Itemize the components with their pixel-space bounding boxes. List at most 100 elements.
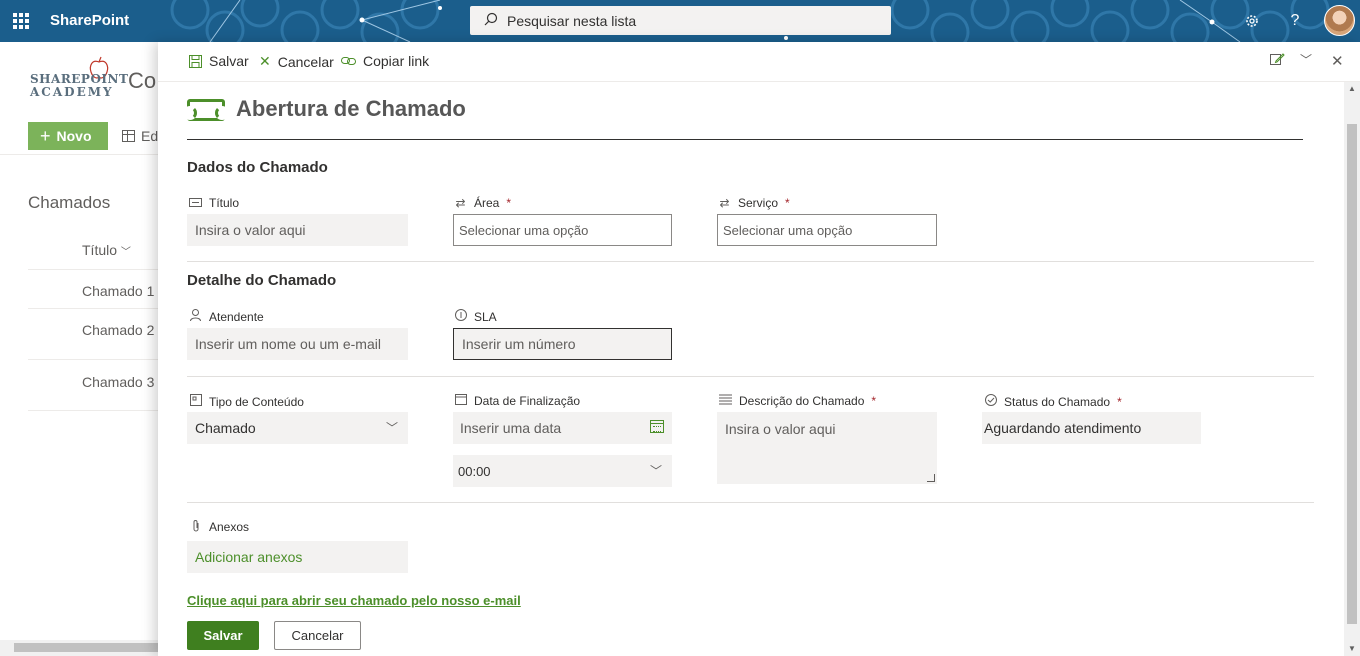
close-icon: ✕ — [259, 53, 271, 69]
descricao-textarea[interactable]: Insira o valor aqui — [717, 412, 937, 484]
ticket-icon — [187, 99, 229, 121]
scroll-down-icon[interactable]: ▼ — [1348, 644, 1356, 653]
logo-line-1: SHAREPOINT — [30, 72, 129, 86]
date-placeholder: Inserir uma data — [460, 420, 562, 436]
vertical-scrollbar[interactable]: ▲ ▼ — [1344, 82, 1360, 656]
status-value: Aguardando atendimento — [984, 420, 1142, 436]
row-title: Chamado 1 — [82, 283, 155, 299]
list-row[interactable]: Chamado 1 — [28, 269, 160, 309]
date-picker[interactable]: Inserir uma data — [453, 412, 672, 444]
edit-grid-button[interactable]: Ed — [122, 128, 158, 144]
edit-form-button[interactable] — [1270, 52, 1285, 70]
scroll-up-icon[interactable]: ▲ — [1348, 84, 1356, 93]
link-icon — [341, 57, 356, 65]
data-label: Data de Finalização — [454, 394, 580, 408]
row-title: Chamado 3 — [82, 374, 155, 390]
time-value: 00:00 — [458, 463, 491, 479]
cancel-command-label: Cancelar — [277, 53, 334, 70]
time-select[interactable]: 00:00 ﹀ — [453, 455, 672, 487]
titulo-field[interactable]: Insira o valor aqui — [187, 214, 408, 246]
edit-form-icon — [1270, 53, 1285, 65]
copy-link-label: Copiar link — [363, 53, 430, 69]
titulo-label: Título — [189, 196, 239, 210]
plus-icon: + — [40, 125, 51, 146]
tipo-select[interactable]: Chamado ﹀ — [187, 412, 408, 444]
section-dados: Dados do Chamado — [187, 159, 328, 176]
descricao-placeholder: Insira o valor aqui — [725, 421, 836, 437]
person-icon — [189, 309, 202, 324]
calendar-icon[interactable] — [650, 420, 664, 433]
chevron-down-icon: ﹀ — [120, 247, 131, 258]
choice-icon: ⇄ — [455, 196, 466, 210]
close-panel-button[interactable]: ✕ — [1331, 52, 1344, 70]
resize-grip-icon[interactable] — [927, 474, 935, 482]
section-divider — [187, 376, 1314, 377]
sla-field[interactable]: Inserir um número — [453, 328, 672, 360]
servico-placeholder: Selecionar uma opção — [723, 222, 853, 238]
help-icon: ? — [1290, 12, 1300, 29]
servico-select[interactable]: Selecionar uma opção — [717, 214, 937, 246]
tipo-value: Chamado — [195, 420, 256, 436]
anexos-label: Anexos — [189, 519, 249, 535]
save-command[interactable]: Salvar — [189, 53, 249, 69]
close-icon: ✕ — [1331, 53, 1344, 70]
area-placeholder: Selecionar uma opção — [459, 222, 589, 238]
list-row[interactable]: Chamado 2 — [28, 308, 160, 359]
chevron-down-icon: ﹀ — [1300, 53, 1313, 67]
save-command-label: Salvar — [209, 53, 249, 69]
app-launcher-button[interactable] — [0, 0, 42, 42]
multiline-text-icon — [719, 394, 732, 408]
area-select[interactable]: Selecionar uma opção — [453, 214, 672, 246]
list-row[interactable]: Chamado 3 — [28, 359, 160, 411]
settings-button[interactable] — [1232, 0, 1272, 42]
avatar[interactable] — [1324, 5, 1355, 36]
command-divider — [0, 154, 160, 155]
edit-grid-label: Ed — [141, 128, 159, 144]
calendar-icon — [454, 394, 467, 408]
status-field[interactable]: Aguardando atendimento — [982, 412, 1201, 444]
row-title: Chamado 2 — [82, 322, 155, 338]
site-logo[interactable]: SHAREPOINT ACADEMY — [28, 56, 128, 102]
help-button[interactable]: ? — [1275, 0, 1315, 42]
servico-label: ⇄ Serviço * — [719, 196, 790, 210]
app-name[interactable]: SharePoint — [50, 12, 129, 29]
check-circle-icon — [984, 394, 997, 409]
list-name: Chamados — [28, 193, 111, 212]
new-item-button[interactable]: + Novo — [28, 122, 108, 150]
panel-command-bar: Salvar ✕ Cancelar Copiar link ﹀ ✕ — [158, 42, 1360, 82]
scroll-thumb[interactable] — [1347, 124, 1357, 624]
new-label: Novo — [56, 128, 92, 144]
column-header-title[interactable]: Título ﹀ — [82, 242, 131, 258]
atendente-label: Atendente — [189, 309, 264, 324]
section-divider — [187, 261, 1314, 262]
copy-link-command[interactable]: Copiar link — [341, 53, 429, 69]
save-button[interactable]: Salvar — [187, 621, 259, 650]
site-title[interactable]: Co — [128, 68, 156, 94]
section-divider — [187, 502, 1314, 503]
add-attachments-button[interactable]: Adicionar anexos — [187, 541, 408, 573]
search-icon — [484, 12, 498, 29]
sla-label: SLA — [454, 309, 497, 324]
area-label: ⇄ Área * — [455, 196, 512, 210]
cancel-command[interactable]: ✕ Cancelar — [259, 53, 334, 70]
suite-bar: SharePoint Pesquisar nesta lista ? — [0, 0, 1360, 42]
chevron-down-icon: ﹀ — [649, 464, 662, 478]
number-icon — [454, 309, 467, 324]
horizontal-scrollbar[interactable] — [0, 640, 160, 656]
email-link[interactable]: Clique aqui para abrir seu chamado pelo … — [187, 593, 521, 608]
edit-panel: Salvar ✕ Cancelar Copiar link ﹀ ✕ ▲ ▼ Ab… — [158, 42, 1360, 656]
choice-icon: ⇄ — [719, 196, 730, 210]
section-detalhe: Detalhe do Chamado — [187, 272, 337, 289]
scroll-thumb[interactable] — [14, 643, 160, 652]
titulo-placeholder: Insira o valor aqui — [195, 222, 306, 238]
tipo-label: Tipo de Conteúdo — [189, 394, 304, 409]
panel-options-button[interactable]: ﹀ — [1300, 51, 1312, 68]
atendente-field[interactable]: Inserir um nome ou um e-mail — [187, 328, 408, 360]
search-box[interactable]: Pesquisar nesta lista — [470, 6, 891, 35]
text-field-icon — [189, 196, 202, 210]
cancel-button[interactable]: Cancelar — [274, 621, 361, 650]
waffle-icon — [13, 13, 29, 29]
content-type-icon — [189, 394, 202, 409]
logo-line-2: ACADEMY — [30, 85, 114, 99]
descricao-label: Descrição do Chamado * — [719, 394, 876, 408]
